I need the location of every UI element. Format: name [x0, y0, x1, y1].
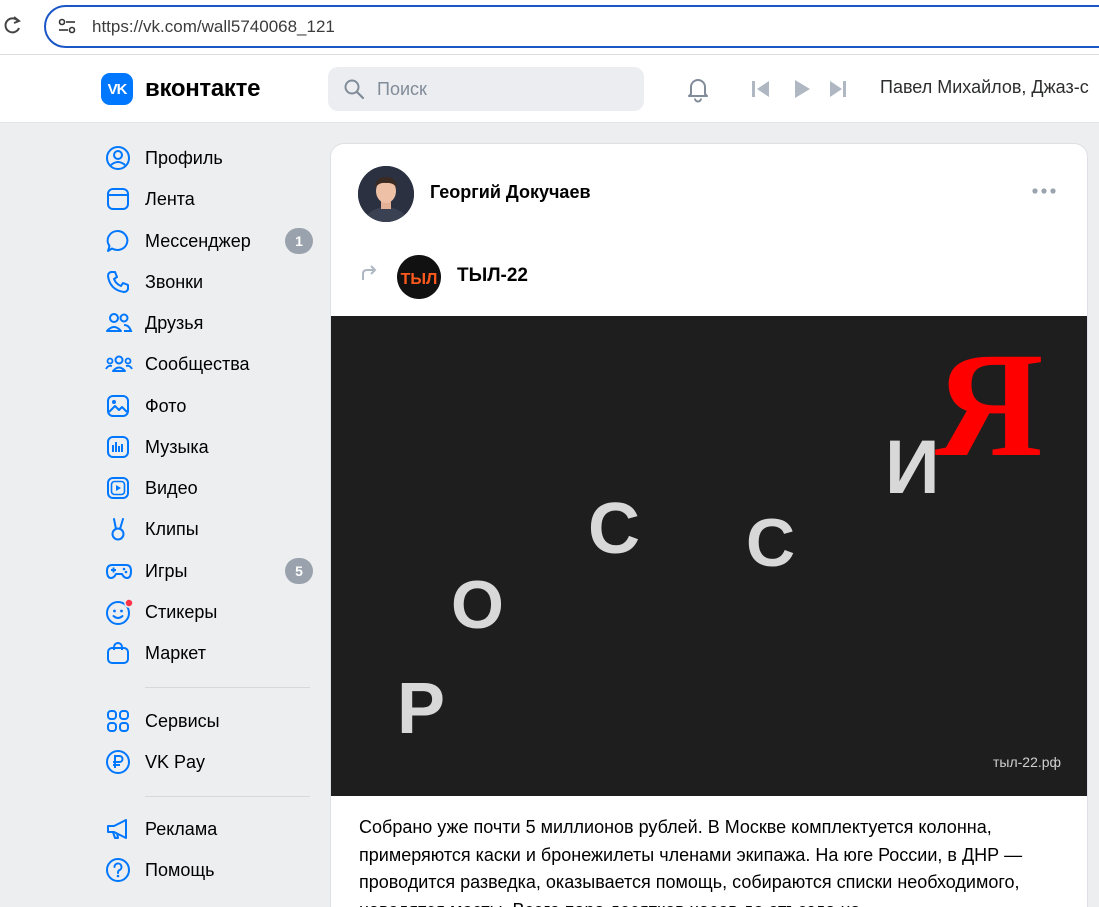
sidebar-item-profile[interactable]: Профиль: [100, 140, 315, 176]
image-watermark: тыл-22.рф: [993, 754, 1062, 770]
feed-icon: [107, 188, 129, 210]
sidebar-item-music[interactable]: Музыка: [100, 429, 315, 465]
sidebar-label: Музыка: [145, 436, 209, 457]
image-letter-o: О: [451, 567, 504, 643]
now-playing-track[interactable]: Павел Михайлов, Джаз-с: [880, 77, 1089, 98]
ads-icon: [107, 819, 127, 839]
sidebar-item-games[interactable]: Игры 5: [100, 553, 315, 589]
sidebar-label: Игры: [145, 560, 188, 581]
vk-logo-icon: VK: [101, 73, 133, 105]
stickers-icon: [106, 598, 133, 625]
address-bar[interactable]: https://vk.com/wall5740068_121: [44, 5, 1099, 48]
sidebar-item-messenger[interactable]: Мессенджер 1: [100, 223, 315, 259]
friends-icon: [106, 313, 133, 332]
sidebar-item-calls[interactable]: Звонки: [100, 264, 315, 300]
sidebar-label: Сервисы: [145, 710, 220, 731]
search-icon: [344, 79, 364, 99]
image-letter-r: Р: [397, 669, 446, 749]
post-author-name[interactable]: Георгий Докучаев: [430, 182, 591, 203]
phone-icon: [107, 271, 129, 293]
sidebar-label: Помощь: [145, 859, 215, 880]
sidebar-label: Лента: [145, 188, 195, 209]
photo-icon: [107, 395, 129, 417]
previous-track-icon[interactable]: [751, 80, 771, 98]
profile-icon: [106, 146, 130, 170]
communities-icon: [105, 355, 133, 372]
logo-text: вконтакте: [145, 75, 261, 102]
url-text[interactable]: https://vk.com/wall5740068_121: [92, 17, 335, 37]
group-avatar[interactable]: ТЫЛ: [397, 255, 441, 299]
sidebar-item-video[interactable]: Видео: [100, 470, 315, 506]
search-placeholder: Поиск: [377, 79, 427, 99]
sidebar-label: VK Pay: [145, 751, 206, 772]
sidebar-item-market[interactable]: Маркет: [100, 635, 315, 671]
sidebar-item-vkpay[interactable]: VK Pay: [100, 744, 315, 780]
reload-icon[interactable]: [3, 14, 23, 36]
sidebar-divider: [145, 687, 310, 688]
sidebar-item-communities[interactable]: Сообщества: [100, 346, 315, 382]
image-letter-ya: Я: [935, 322, 1044, 488]
sidebar-label: Видео: [145, 477, 198, 498]
browser-toolbar: https://vk.com/wall5740068_121: [0, 0, 1099, 55]
more-options-icon[interactable]: [1031, 184, 1057, 198]
messenger-badge: 1: [285, 228, 313, 254]
market-icon: [107, 642, 129, 664]
vk-header: VK вконтакте Поиск Павел Михайлов, Джаз-…: [0, 55, 1099, 123]
author-avatar[interactable]: [358, 166, 414, 222]
video-icon: [107, 477, 129, 499]
sidebar-label: Фото: [145, 395, 187, 416]
sidebar-item-stickers[interactable]: Стикеры: [100, 594, 315, 630]
site-settings-icon[interactable]: [58, 18, 76, 34]
sidebar-label: Друзья: [145, 312, 204, 333]
vk-logo[interactable]: VK вконтакте: [101, 73, 260, 105]
image-letter-s1: С: [588, 489, 640, 569]
sidebar-label: Клипы: [145, 518, 199, 539]
sidebar-item-ads[interactable]: Реклама: [100, 811, 315, 847]
sidebar-label: Реклама: [145, 818, 218, 839]
sidebar-label: Мессенджер: [145, 230, 251, 251]
music-icon: [107, 436, 129, 458]
sidebar-label: Маркет: [145, 642, 206, 663]
sidebar-item-friends[interactable]: Друзья: [100, 305, 315, 341]
sidebar-label: Звонки: [145, 271, 204, 292]
help-icon: [106, 858, 130, 882]
post-image[interactable]: Р О С С И Я тыл-22.рф: [331, 316, 1087, 796]
next-track-icon[interactable]: [828, 80, 848, 98]
vkpay-icon: [106, 750, 130, 774]
repost-icon: [362, 265, 377, 280]
search-input[interactable]: Поиск: [328, 67, 644, 111]
clips-icon: [111, 518, 125, 541]
services-icon: [107, 710, 129, 732]
games-badge: 5: [285, 558, 313, 584]
play-icon[interactable]: [792, 80, 812, 98]
sidebar-item-help[interactable]: Помощь: [100, 852, 315, 888]
image-letter-i: И: [885, 425, 940, 510]
sidebar-item-photo[interactable]: Фото: [100, 388, 315, 424]
group-avatar-text: ТЫЛ: [401, 271, 438, 288]
post-text: Собрано уже почти 5 миллионов рублей. В …: [359, 817, 1023, 907]
sidebar-label: Стикеры: [145, 601, 218, 622]
games-icon: [106, 564, 132, 579]
image-letter-s2: С: [746, 505, 796, 581]
bell-icon[interactable]: [684, 75, 712, 103]
wall-post: Георгий Докучаев ТЫЛ ТЫЛ-22 Р О С С И Я …: [330, 143, 1088, 907]
sidebar-divider: [145, 796, 310, 797]
sidebar-label: Профиль: [145, 147, 223, 168]
sidebar-item-services[interactable]: Сервисы: [100, 703, 315, 739]
sidebar-item-feed[interactable]: Лента: [100, 181, 315, 217]
messenger-icon: [106, 229, 129, 252]
repost-source-name[interactable]: ТЫЛ-22: [457, 265, 528, 287]
sidebar-label: Сообщества: [145, 353, 250, 374]
sidebar-item-clips[interactable]: Клипы: [100, 511, 315, 547]
